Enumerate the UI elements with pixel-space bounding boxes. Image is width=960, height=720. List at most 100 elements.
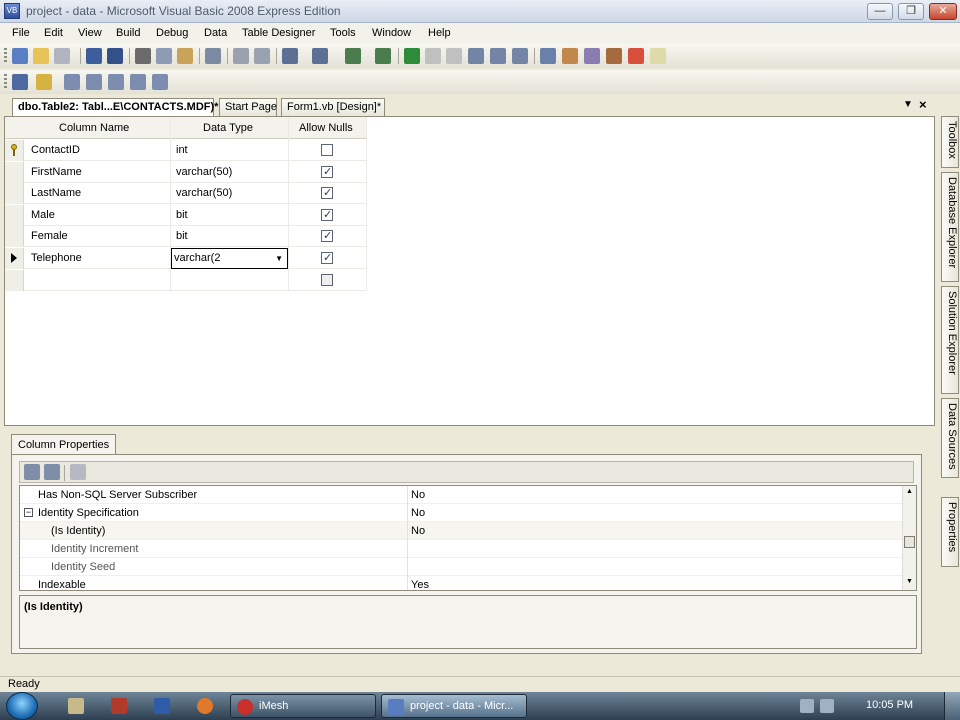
uncomment-icon[interactable] xyxy=(254,48,270,64)
pause-icon[interactable] xyxy=(425,48,441,64)
solution-explorer-icon[interactable] xyxy=(540,48,556,64)
active-files-dropdown-icon[interactable]: ▼ xyxy=(903,99,913,110)
find-icon[interactable] xyxy=(205,48,221,64)
generate-change-script-icon[interactable] xyxy=(12,74,28,90)
undo-icon[interactable] xyxy=(282,48,298,64)
tab-table-designer[interactable]: dbo.Table2: Tabl...E\CONTACTS.MDF)* xyxy=(12,98,218,116)
manage-check-constraints-icon[interactable] xyxy=(152,74,168,90)
navigate-backward-icon[interactable] xyxy=(345,48,361,64)
property-row[interactable]: Indexable Yes xyxy=(20,576,904,590)
show-desktop-button[interactable] xyxy=(944,692,960,720)
restore-button[interactable]: ❐ xyxy=(898,3,924,20)
manage-xml-indexes-icon[interactable] xyxy=(130,74,146,90)
menu-data[interactable]: Data xyxy=(204,27,227,39)
step-over-icon[interactable] xyxy=(490,48,506,64)
tab-start-page[interactable]: Start Page xyxy=(219,98,277,116)
row-selector[interactable] xyxy=(5,270,24,291)
allow-nulls-header[interactable]: Allow Nulls xyxy=(299,122,353,134)
row-selector[interactable] xyxy=(5,248,24,269)
allow-nulls-checkbox[interactable] xyxy=(321,208,333,221)
open-folder-icon[interactable] xyxy=(33,48,49,64)
toolbar-grip-icon[interactable] xyxy=(4,74,7,90)
step-out-icon[interactable] xyxy=(512,48,528,64)
data-type-cell[interactable]: bit xyxy=(176,209,188,221)
tab-form1-design[interactable]: Form1.vb [Design]* xyxy=(281,98,385,116)
chevron-down-icon[interactable]: ▼ xyxy=(275,254,283,263)
table-row[interactable]: Male bit xyxy=(5,205,367,226)
row-selector[interactable] xyxy=(5,205,24,226)
relationships-icon[interactable] xyxy=(64,74,80,90)
property-value[interactable]: Yes xyxy=(411,579,429,590)
manage-fulltext-icon[interactable] xyxy=(108,74,124,90)
property-value[interactable]: No xyxy=(411,525,425,537)
table-row[interactable]: LastName varchar(50) xyxy=(5,183,367,204)
close-button[interactable]: ✕ xyxy=(929,3,957,20)
start-page-icon[interactable] xyxy=(650,48,666,64)
firefox-icon[interactable] xyxy=(197,698,213,714)
stop-icon[interactable] xyxy=(446,48,462,64)
column-name-cell[interactable]: Male xyxy=(31,209,55,221)
property-row[interactable]: Has Non-SQL Server Subscriber No xyxy=(20,486,904,504)
save-all-icon[interactable] xyxy=(107,48,123,64)
menu-tools[interactable]: Tools xyxy=(330,27,356,39)
property-row[interactable]: Identity Seed xyxy=(20,558,904,576)
column-name-cell[interactable]: FirstName xyxy=(31,166,82,178)
allow-nulls-checkbox[interactable] xyxy=(321,251,333,264)
paste-icon[interactable] xyxy=(177,48,193,64)
navigate-forward-icon[interactable] xyxy=(375,48,391,64)
collapse-icon[interactable]: − xyxy=(24,508,33,517)
properties-window-icon[interactable] xyxy=(562,48,578,64)
scroll-thumb[interactable] xyxy=(904,536,915,548)
allow-nulls-checkbox[interactable] xyxy=(321,274,333,286)
property-row[interactable]: − Identity Specification No xyxy=(20,504,904,522)
column-name-cell[interactable]: Female xyxy=(31,230,68,242)
toolbox-tab[interactable]: Toolbox xyxy=(941,116,959,168)
volume-icon[interactable] xyxy=(820,699,834,713)
object-browser-icon[interactable] xyxy=(584,48,600,64)
property-grid-scrollbar[interactable]: ▲ ▼ xyxy=(902,486,916,590)
row-selector[interactable] xyxy=(5,140,24,161)
row-selector[interactable] xyxy=(5,226,24,247)
filezilla-icon[interactable] xyxy=(111,698,127,714)
start-debugging-icon[interactable] xyxy=(404,48,420,64)
photoshop-icon[interactable] xyxy=(154,698,170,714)
database-explorer-icon[interactable] xyxy=(628,48,644,64)
comment-icon[interactable] xyxy=(233,48,249,64)
table-row[interactable]: Female bit xyxy=(5,226,367,247)
property-row-selected[interactable]: (Is Identity) No xyxy=(20,522,904,540)
table-row[interactable]: ContactID int xyxy=(5,140,367,161)
column-name-cell[interactable]: ContactID xyxy=(31,144,80,156)
add-item-icon[interactable] xyxy=(54,48,70,64)
explorer-icon[interactable] xyxy=(68,698,84,714)
scroll-down-icon[interactable]: ▼ xyxy=(906,578,913,585)
allow-nulls-checkbox[interactable] xyxy=(321,229,333,242)
toolbox-icon[interactable] xyxy=(606,48,622,64)
manage-indexes-icon[interactable] xyxy=(86,74,102,90)
network-icon[interactable] xyxy=(800,699,814,713)
cut-icon[interactable] xyxy=(135,48,151,64)
data-type-cell[interactable]: varchar(50) xyxy=(176,166,232,178)
step-into-icon[interactable] xyxy=(468,48,484,64)
taskbar-item-imesh[interactable]: iMesh xyxy=(230,694,376,718)
start-button[interactable] xyxy=(6,692,38,720)
new-project-icon[interactable] xyxy=(12,48,28,64)
property-row[interactable]: Identity Increment xyxy=(20,540,904,558)
minimize-button[interactable]: — xyxy=(867,3,893,20)
redo-icon[interactable] xyxy=(312,48,328,64)
data-type-combobox[interactable]: varchar(2 ▼ xyxy=(171,248,288,269)
allow-nulls-checkbox[interactable] xyxy=(321,186,333,199)
data-type-cell[interactable]: varchar(50) xyxy=(176,187,232,199)
menu-edit[interactable]: Edit xyxy=(44,27,63,39)
table-row[interactable]: FirstName varchar(50) xyxy=(5,162,367,183)
database-explorer-tab[interactable]: Database Explorer xyxy=(941,172,959,282)
data-type-edit-value[interactable]: varchar(2 xyxy=(174,252,220,264)
data-type-header[interactable]: Data Type xyxy=(203,122,253,134)
taskbar-item-visual-basic[interactable]: project - data - Micr... xyxy=(381,694,527,718)
property-value[interactable]: No xyxy=(411,489,425,501)
data-type-cell[interactable]: int xyxy=(176,144,188,156)
column-name-cell[interactable]: Telephone xyxy=(31,252,82,264)
clock[interactable]: 10:05 PM xyxy=(866,699,913,711)
allow-nulls-checkbox[interactable] xyxy=(321,165,333,178)
close-document-icon[interactable]: × xyxy=(919,97,927,112)
property-value[interactable]: No xyxy=(411,507,425,519)
